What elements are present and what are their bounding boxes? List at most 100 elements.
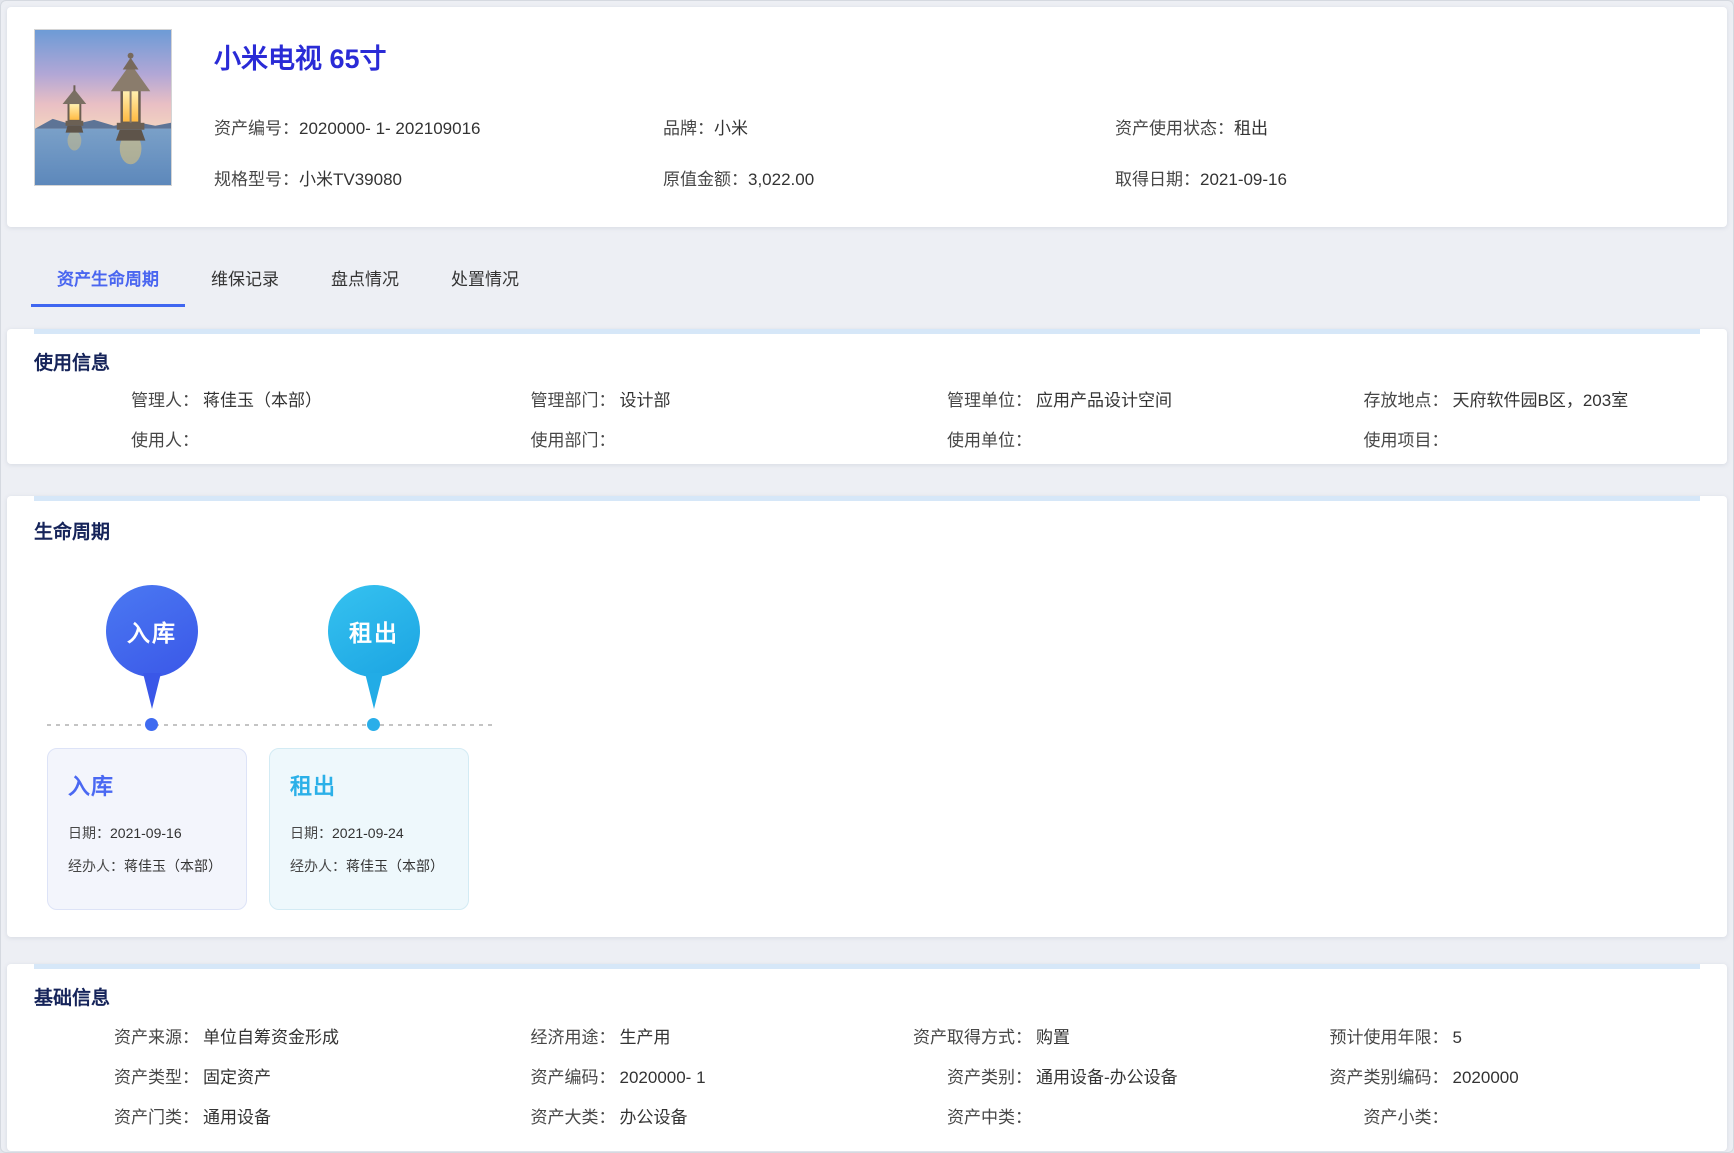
field-spec-model-label: 规格型号： xyxy=(214,170,299,189)
lifecycle-card-rented: 租出 日期：2021-09-24 经办人：蒋佳玉（本部） xyxy=(269,748,469,910)
field-economic-use-value: 生产用 xyxy=(620,1018,671,1058)
field-manage-unit-value: 应用产品设计空间 xyxy=(1036,381,1172,421)
field-asset-category-value: 通用设备-办公设备 xyxy=(1036,1058,1178,1098)
field-asset-type: 资产类型：固定资产 xyxy=(34,1058,451,1098)
field-asset-middle-class-label: 资产中类： xyxy=(867,1098,1032,1138)
rented-operator-value: 蒋佳玉（本部） xyxy=(346,858,444,874)
lifecycle-panel: 生命周期 入库 租出 入库 日期：2021-09-16 经办人：蒋佳玉（本部） … xyxy=(7,496,1727,937)
field-user: 使用人： xyxy=(34,421,451,461)
field-use-unit-label: 使用单位： xyxy=(867,421,1032,461)
field-manage-unit-label: 管理单位： xyxy=(867,381,1032,421)
field-storage-location: 存放地点：天府软件园B区，203室 xyxy=(1284,381,1701,421)
field-use-unit: 使用单位： xyxy=(867,421,1284,461)
asset-title: 小米电视 65寸 xyxy=(214,37,1700,76)
usage-info-title: 使用信息 xyxy=(34,348,1700,375)
asset-detail-page: 小米电视 65寸 资产编号：2020000- 1- 202109016 品牌：小… xyxy=(0,0,1734,1153)
field-expected-life-value: 5 xyxy=(1453,1018,1462,1058)
field-asset-minor-class-label: 资产小类： xyxy=(1284,1098,1449,1138)
inbound-date-value: 2021-09-16 xyxy=(110,825,182,841)
asset-summary: 小米电视 65寸 资产编号：2020000- 1- 202109016 品牌：小… xyxy=(214,29,1700,205)
field-use-dept: 使用部门： xyxy=(451,421,868,461)
field-use-project: 使用项目： xyxy=(1284,421,1701,461)
rented-date-label: 日期： xyxy=(290,825,332,841)
field-acquire-date-value: 2021-09-16 xyxy=(1200,170,1287,189)
field-use-dept-label: 使用部门： xyxy=(451,421,616,461)
field-asset-type-label: 资产类型： xyxy=(34,1058,199,1098)
field-expected-life: 预计使用年限：5 xyxy=(1284,1018,1701,1058)
field-acquire-date: 取得日期：2021-09-16 xyxy=(1115,165,1700,190)
field-original-value-value: 3,022.00 xyxy=(748,170,814,189)
field-asset-category: 资产类别：通用设备-办公设备 xyxy=(867,1058,1284,1098)
timeline-track xyxy=(47,724,494,726)
field-manager-label: 管理人： xyxy=(34,381,199,421)
basic-info-panel: 基础信息 资产来源：单位自筹资金形成 经济用途：生产用 资产取得方式：购置 预计… xyxy=(7,964,1727,1151)
field-usage-status: 资产使用状态：租出 xyxy=(1115,114,1700,139)
field-asset-code-value: 2020000- 1 xyxy=(620,1058,706,1098)
field-asset-code-label: 资产编码： xyxy=(451,1058,616,1098)
asset-header-panel: 小米电视 65寸 资产编号：2020000- 1- 202109016 品牌：小… xyxy=(7,7,1727,227)
field-acquire-date-label: 取得日期： xyxy=(1115,170,1200,189)
lifecycle-card-inbound-operator: 经办人：蒋佳玉（本部） xyxy=(68,856,226,876)
field-economic-use: 经济用途：生产用 xyxy=(451,1018,868,1058)
lifecycle-card-inbound-date: 日期：2021-09-16 xyxy=(68,823,226,843)
field-brand-value: 小米 xyxy=(714,119,748,138)
field-manage-unit: 管理单位：应用产品设计空间 xyxy=(867,381,1284,421)
lifecycle-card-rented-date: 日期：2021-09-24 xyxy=(290,823,448,843)
inbound-date-label: 日期： xyxy=(68,825,110,841)
inbound-operator-label: 经办人： xyxy=(68,858,124,874)
tab-disposal-status[interactable]: 处置情况 xyxy=(425,265,545,307)
tab-maintenance-records[interactable]: 维保记录 xyxy=(185,265,305,307)
field-original-value: 原值金额：3,022.00 xyxy=(663,165,1115,190)
field-brand-label: 品牌： xyxy=(663,119,714,138)
field-asset-code: 资产编码：2020000- 1 xyxy=(451,1058,868,1098)
field-asset-source: 资产来源：单位自筹资金形成 xyxy=(34,1018,451,1058)
field-asset-major-class-value: 办公设备 xyxy=(620,1098,688,1138)
field-storage-location-label: 存放地点： xyxy=(1284,381,1449,421)
lantern-photo-image xyxy=(35,30,171,185)
asset-photo[interactable] xyxy=(34,29,172,186)
field-category-code-value: 2020000 xyxy=(1453,1058,1519,1098)
lifecycle-cards: 入库 日期：2021-09-16 经办人：蒋佳玉（本部） 租出 日期：2021-… xyxy=(47,748,1700,910)
field-spec-model: 规格型号：小米TV39080 xyxy=(214,165,663,190)
field-category-code: 资产类别编码：2020000 xyxy=(1284,1058,1701,1098)
field-manage-dept-label: 管理部门： xyxy=(451,381,616,421)
rented-operator-label: 经办人： xyxy=(290,858,346,874)
lifecycle-card-rented-operator: 经办人：蒋佳玉（本部） xyxy=(290,856,448,876)
field-usage-status-label: 资产使用状态： xyxy=(1115,119,1234,138)
detail-tabbar: 资产生命周期 维保记录 盘点情况 处置情况 xyxy=(1,227,1733,307)
field-original-value-label: 原值金额： xyxy=(663,170,748,189)
field-acquire-method-value: 购置 xyxy=(1036,1018,1070,1058)
field-asset-no: 资产编号：2020000- 1- 202109016 xyxy=(214,114,663,139)
field-brand: 品牌：小米 xyxy=(663,114,1115,139)
field-asset-source-label: 资产来源： xyxy=(34,1018,199,1058)
usage-info-panel: 使用信息 管理人：蒋佳玉（本部） 管理部门：设计部 管理单位：应用产品设计空间 … xyxy=(7,329,1727,464)
field-storage-location-value: 天府软件园B区，203室 xyxy=(1453,381,1629,421)
field-acquire-method-label: 资产取得方式： xyxy=(867,1018,1032,1058)
field-asset-source-value: 单位自筹资金形成 xyxy=(203,1018,339,1058)
field-asset-division-value: 通用设备 xyxy=(203,1098,271,1138)
inbound-operator-value: 蒋佳玉（本部） xyxy=(124,858,222,874)
basic-info-title: 基础信息 xyxy=(34,983,1700,1010)
asset-summary-grid: 资产编号：2020000- 1- 202109016 品牌：小米 资产使用状态：… xyxy=(214,114,1700,190)
field-asset-type-value: 固定资产 xyxy=(203,1058,271,1098)
field-manage-dept-value: 设计部 xyxy=(620,381,671,421)
lifecycle-timeline: 入库 租出 xyxy=(34,552,1700,748)
field-asset-category-label: 资产类别： xyxy=(867,1058,1032,1098)
timeline-dot-inbound xyxy=(145,718,158,731)
field-usage-status-value: 租出 xyxy=(1234,119,1268,138)
field-acquire-method: 资产取得方式：购置 xyxy=(867,1018,1284,1058)
lifecycle-card-inbound: 入库 日期：2021-09-16 经办人：蒋佳玉（本部） xyxy=(47,748,247,910)
field-spec-model-value: 小米TV39080 xyxy=(299,170,402,189)
field-asset-no-value: 2020000- 1- 202109016 xyxy=(299,119,481,138)
field-expected-life-label: 预计使用年限： xyxy=(1284,1018,1449,1058)
field-manage-dept: 管理部门：设计部 xyxy=(451,381,868,421)
field-asset-major-class-label: 资产大类： xyxy=(451,1098,616,1138)
tab-asset-lifecycle[interactable]: 资产生命周期 xyxy=(31,265,185,307)
field-manager: 管理人：蒋佳玉（本部） xyxy=(34,381,451,421)
field-asset-major-class: 资产大类：办公设备 xyxy=(451,1098,868,1138)
field-asset-minor-class: 资产小类： xyxy=(1284,1098,1701,1138)
tab-inventory-status[interactable]: 盘点情况 xyxy=(305,265,425,307)
field-asset-middle-class: 资产中类： xyxy=(867,1098,1284,1138)
lifecycle-bubble-inbound: 入库 xyxy=(106,585,198,677)
timeline-dot-rented xyxy=(367,718,380,731)
